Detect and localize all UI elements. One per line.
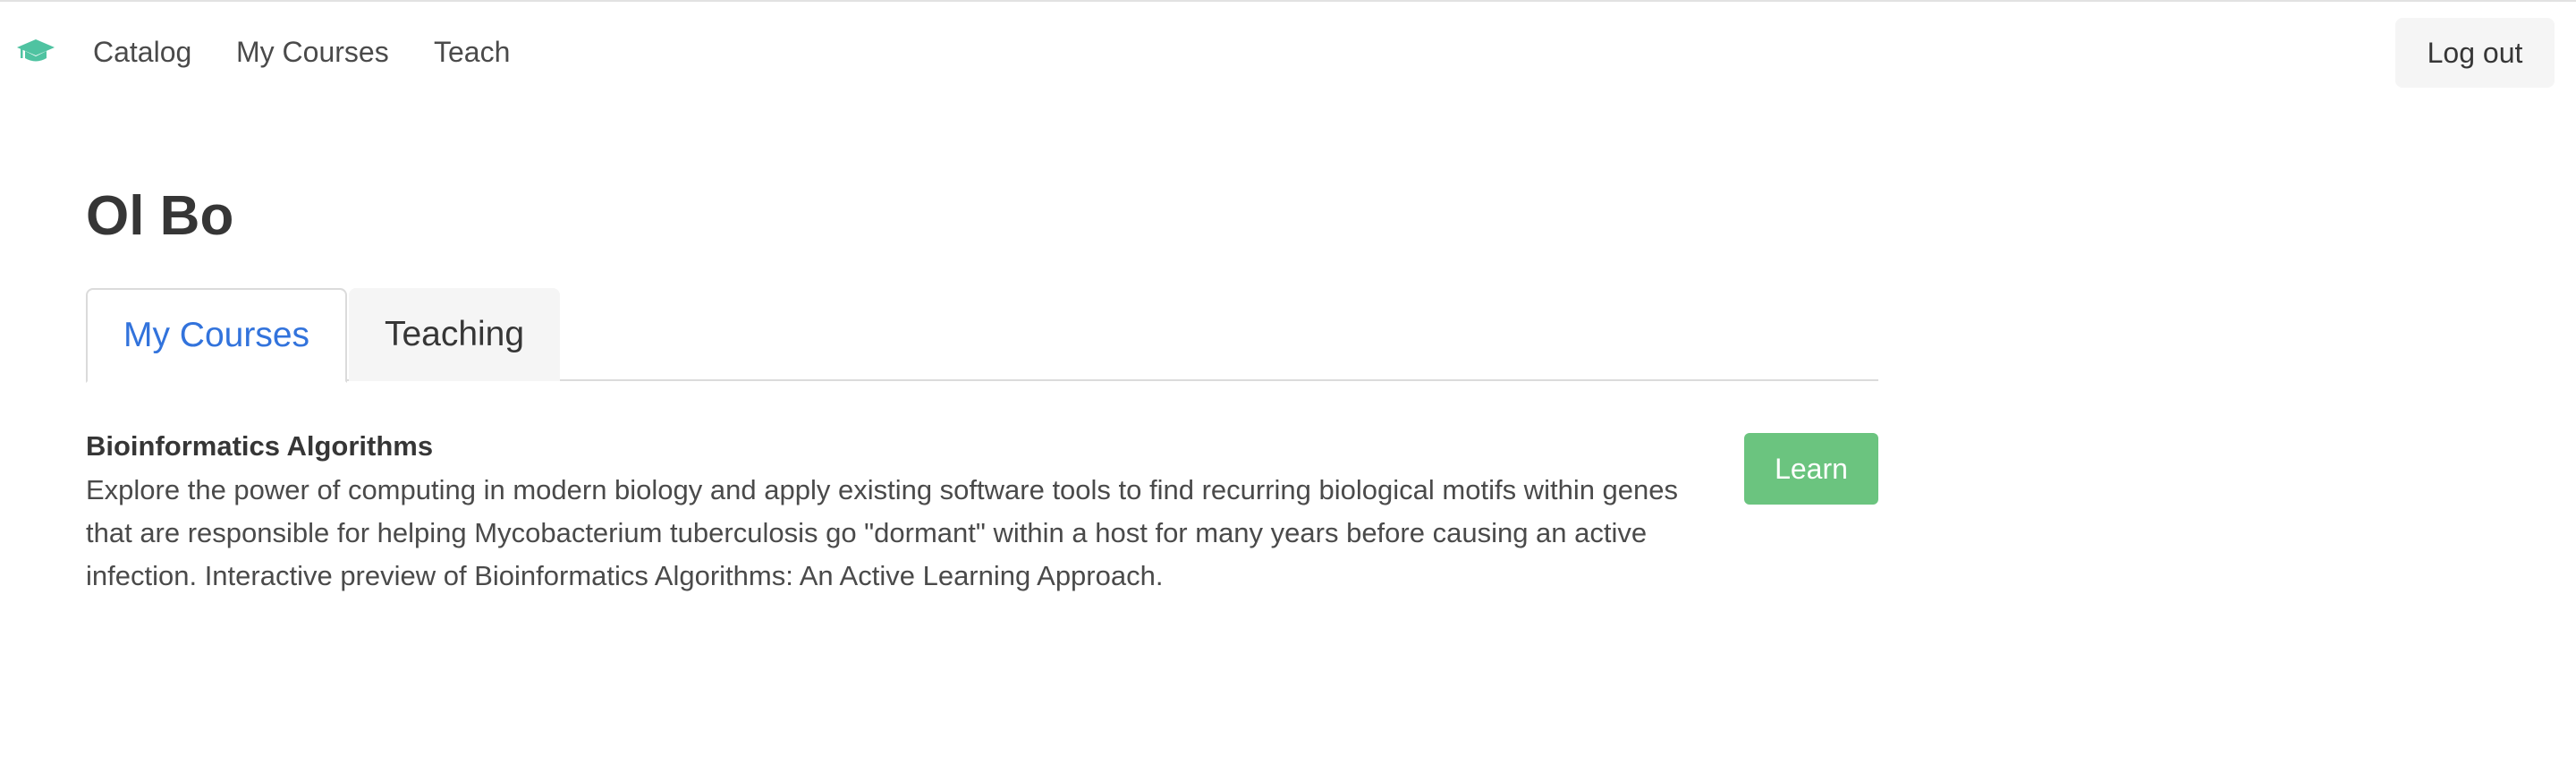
page-title: Ol Bo bbox=[86, 185, 234, 247]
tabs-bar: My Courses Teaching bbox=[86, 288, 1878, 383]
tab-teaching[interactable]: Teaching bbox=[349, 288, 560, 381]
nav-link-my-courses[interactable]: My Courses bbox=[236, 34, 389, 70]
learn-button[interactable]: Learn bbox=[1744, 433, 1878, 505]
nav-link-teach[interactable]: Teach bbox=[434, 34, 510, 70]
course-title: Bioinformatics Algorithms bbox=[86, 430, 434, 462]
tab-my-courses[interactable]: My Courses bbox=[86, 288, 347, 383]
course-description: Explore the power of computing in modern… bbox=[86, 474, 1679, 591]
logout-button[interactable]: Log out bbox=[2395, 18, 2555, 88]
top-navbar: Catalog My Courses Teach Log out bbox=[0, 2, 2576, 102]
nav-link-catalog[interactable]: Catalog bbox=[93, 34, 191, 70]
course-list-item: Bioinformatics Algorithms Explore the po… bbox=[86, 428, 1878, 607]
graduation-cap-icon[interactable] bbox=[16, 38, 55, 64]
